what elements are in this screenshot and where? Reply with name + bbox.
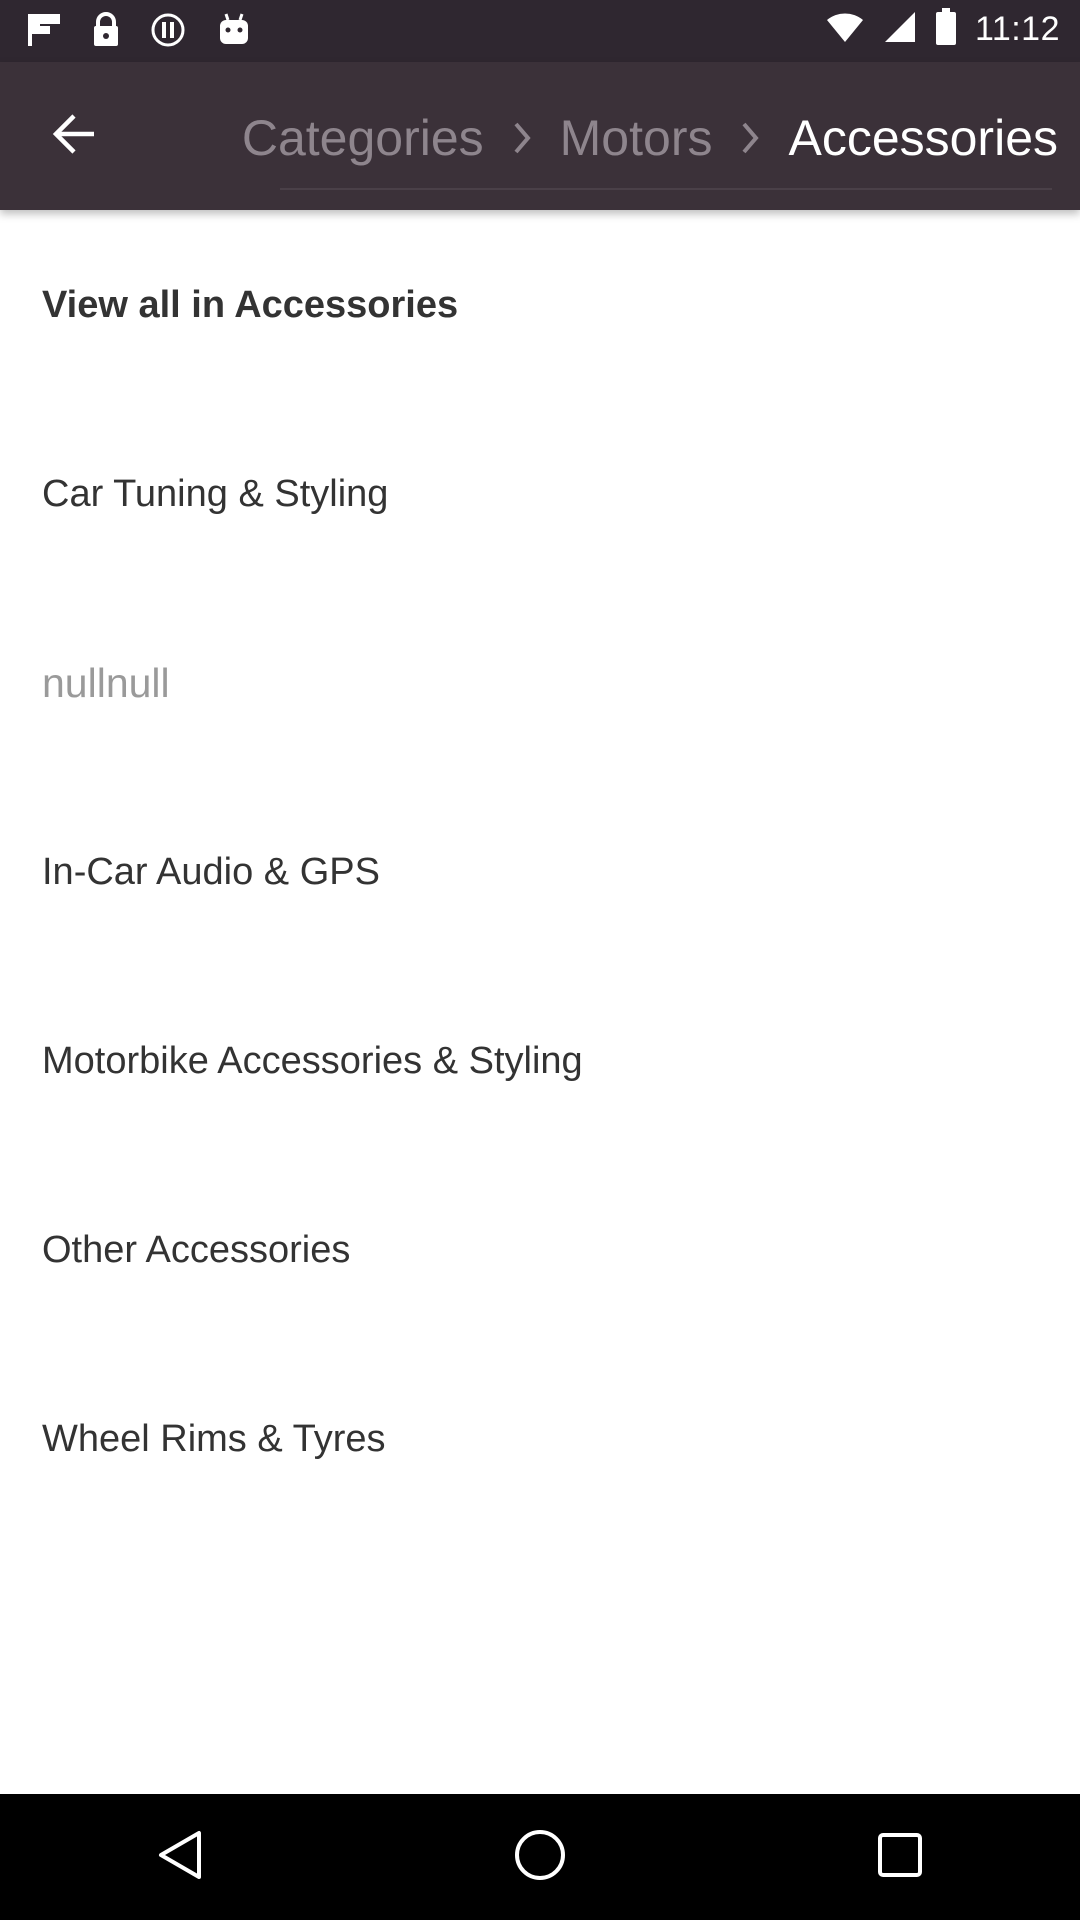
list-item-null[interactable]: nullnull (0, 589, 1080, 778)
nav-home-button[interactable] (480, 1797, 600, 1917)
list-item-other-accessories[interactable]: Other Accessories (0, 1156, 1080, 1345)
list-item-car-tuning[interactable]: Car Tuning & Styling (0, 400, 1080, 589)
navigation-bar (0, 1794, 1080, 1920)
breadcrumb: Categories Motors Accessories (242, 102, 1058, 174)
arrow-back-icon (50, 112, 98, 161)
list-item-in-car-audio[interactable]: In-Car Audio & GPS (0, 778, 1080, 967)
back-button[interactable] (40, 106, 108, 166)
back-triangle-icon (155, 1829, 205, 1886)
sync-icon (150, 12, 186, 48)
category-list: View all in Accessories Car Tuning & Sty… (0, 210, 1080, 1534)
lock-icon (92, 12, 120, 48)
android-icon (216, 12, 252, 48)
app-bar: Categories Motors Accessories (0, 62, 1080, 210)
signal-icon (883, 10, 917, 49)
list-item-view-all[interactable]: View all in Accessories (0, 210, 1080, 400)
breadcrumb-divider (280, 188, 1052, 190)
wifi-icon (825, 10, 865, 49)
list-item-wheel-rims[interactable]: Wheel Rims & Tyres (0, 1345, 1080, 1534)
chevron-right-icon (740, 120, 760, 156)
recents-square-icon (876, 1831, 924, 1884)
home-circle-icon (513, 1828, 567, 1887)
clock: 11:12 (974, 10, 1060, 48)
breadcrumb-motors[interactable]: Motors (560, 109, 713, 167)
flipboard-icon (26, 12, 62, 48)
list-item-motorbike-accessories[interactable]: Motorbike Accessories & Styling (0, 967, 1080, 1156)
chevron-right-icon (512, 120, 532, 156)
nav-back-button[interactable] (120, 1797, 240, 1917)
breadcrumb-categories[interactable]: Categories (242, 109, 484, 167)
breadcrumb-accessories[interactable]: Accessories (788, 109, 1058, 167)
notification-icons (26, 12, 252, 48)
system-indicators: 11:12 (825, 8, 1060, 51)
nav-recents-button[interactable] (840, 1797, 960, 1917)
battery-icon (935, 8, 957, 51)
status-bar: 11:12 (0, 0, 1080, 62)
